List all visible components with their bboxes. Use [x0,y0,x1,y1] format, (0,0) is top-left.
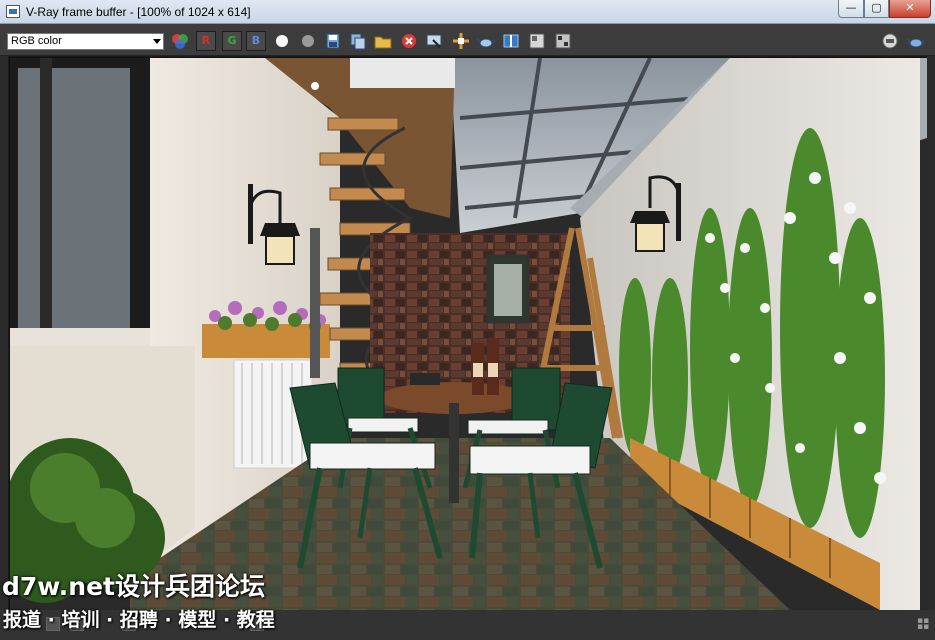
render-viewport[interactable] [8,56,927,610]
copy-icon[interactable] [348,31,368,51]
close-button[interactable]: ✕ [889,0,931,18]
save-icon[interactable] [323,31,343,51]
color-wheel-icon[interactable] [170,31,190,51]
channel-value: RGB color [11,35,62,47]
compare-icon[interactable] [501,31,521,51]
region-render-icon[interactable] [451,31,471,51]
gray-circle-icon[interactable] [298,31,318,51]
window-title: V-Ray frame buffer - [100% of 1024 x 614… [26,5,251,19]
teapot-icon[interactable] [476,31,496,51]
white-circle-icon[interactable] [272,31,292,51]
clear-icon[interactable] [399,31,419,51]
red-channel-button[interactable]: R [196,31,216,51]
stop-icon[interactable] [880,31,900,51]
maximize-button[interactable]: ▢ [864,0,889,18]
green-channel-button[interactable]: G [222,31,242,51]
folder-icon[interactable] [373,31,393,51]
chevron-down-icon [153,39,161,44]
channel-dropdown[interactable]: RGB color [7,33,164,50]
resize-grip-icon[interactable]: ▪▪ ▪▪ [917,617,929,632]
blue-channel-button[interactable]: B [246,31,266,51]
track-mouse-icon[interactable] [424,31,444,51]
watermark-tagline: 报道 · 培训 · 招聘 · 模型 · 教程 [3,609,275,631]
watermark-site: d7w.net设计兵团论坛 [2,572,265,601]
lut-icon[interactable] [527,31,547,51]
rendered-image [10,58,927,610]
render-teapot-icon[interactable] [906,31,926,51]
title-bar: V-Ray frame buffer - [100% of 1024 x 614… [0,0,935,24]
vray-frame-buffer-icon [6,5,20,18]
minimize-button[interactable]: — [838,0,864,18]
frame-buffer-toolbar: RGB color R G B [0,24,935,56]
pixel-info-icon[interactable] [553,31,573,51]
